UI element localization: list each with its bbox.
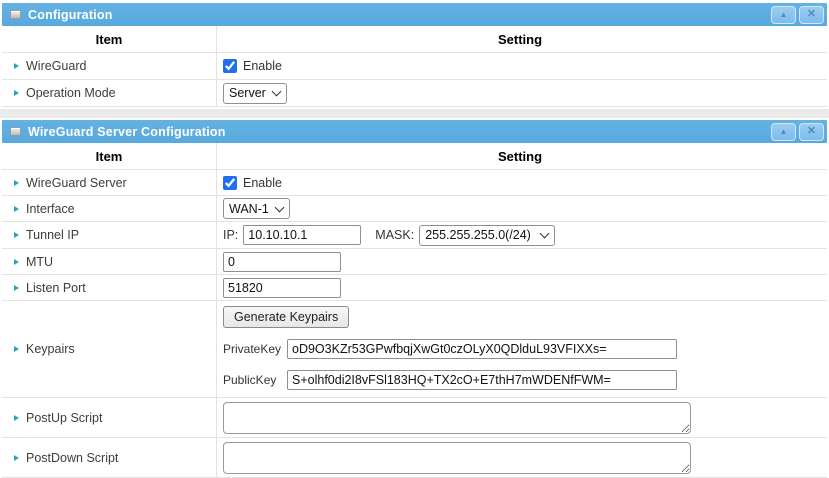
private-key-input[interactable]	[287, 339, 677, 359]
item-label-listen-port: Listen Port	[26, 281, 86, 295]
postup-script-textarea[interactable]	[223, 402, 691, 434]
configuration-table: Item Setting WireGuard Enable Operation …	[2, 26, 827, 107]
item-arrow-icon	[14, 285, 19, 291]
item-arrow-icon	[14, 346, 19, 352]
item-label-wireguard-server: WireGuard Server	[26, 176, 127, 190]
item-arrow-icon	[14, 232, 19, 238]
interface-select-wrap: WAN-1	[223, 198, 290, 219]
column-header-item: Item	[2, 26, 217, 52]
column-header-setting: Setting	[217, 30, 827, 49]
panel-title: Configuration	[28, 8, 113, 22]
table-row-interface: Interface WAN-1	[2, 196, 827, 222]
item-arrow-icon	[14, 415, 19, 421]
tunnel-ip-input[interactable]	[243, 225, 361, 245]
panel-title: WireGuard Server Configuration	[28, 125, 226, 139]
postdown-script-textarea[interactable]	[223, 442, 691, 474]
table-row-operation-mode: Operation Mode Server	[2, 80, 827, 107]
panel-separator	[0, 109, 829, 118]
table-row-wireguard-server: WireGuard Server Enable	[2, 170, 827, 196]
tunnel-mask-select-wrap: 255.255.255.0(/24)	[419, 225, 555, 246]
item-arrow-icon	[14, 63, 19, 69]
listen-port-input[interactable]	[223, 278, 341, 298]
close-button[interactable]: ✕	[799, 6, 824, 24]
table-row-postdown-script: PostDown Script	[2, 438, 827, 478]
close-icon: ✕	[807, 9, 816, 20]
mtu-input[interactable]	[223, 252, 341, 272]
item-label-operation-mode: Operation Mode	[26, 86, 116, 100]
panel-window-icon	[10, 127, 21, 136]
enable-label: Enable	[243, 59, 282, 73]
tunnel-ip-mask-label: MASK:	[375, 228, 414, 242]
public-key-input[interactable]	[287, 370, 677, 390]
item-label-keypairs: Keypairs	[26, 342, 75, 356]
configuration-panel: Configuration ▲ ✕ Item Setting WireGuard…	[2, 3, 827, 107]
column-header-setting: Setting	[217, 147, 827, 166]
wireguard-server-table: Item Setting WireGuard Server Enable Int…	[2, 143, 827, 478]
table-row-wireguard: WireGuard Enable	[2, 53, 827, 80]
collapse-button[interactable]: ▲	[771, 6, 796, 24]
interface-select[interactable]: WAN-1	[223, 198, 290, 219]
collapse-arrow-icon: ▲	[780, 11, 788, 19]
panel-window-icon	[10, 10, 21, 19]
tunnel-mask-select[interactable]: 255.255.255.0(/24)	[419, 225, 555, 246]
wireguard-server-panel-header: WireGuard Server Configuration ▲ ✕	[2, 120, 827, 143]
wireguard-server-enable-checkbox[interactable]	[223, 176, 237, 190]
item-arrow-icon	[14, 259, 19, 265]
item-arrow-icon	[14, 455, 19, 461]
close-icon: ✕	[807, 126, 816, 137]
table-row-mtu: MTU	[2, 249, 827, 275]
item-arrow-icon	[14, 180, 19, 186]
table-row-postup-script: PostUp Script	[2, 398, 827, 438]
table-header-row: Item Setting	[2, 26, 827, 53]
enable-label: Enable	[243, 176, 282, 190]
item-label-wireguard: WireGuard	[26, 59, 86, 73]
generate-keypairs-button[interactable]: Generate Keypairs	[223, 306, 349, 328]
collapse-button[interactable]: ▲	[771, 123, 796, 141]
wireguard-server-configuration-panel: WireGuard Server Configuration ▲ ✕ Item …	[2, 120, 827, 478]
private-key-label: PrivateKey	[223, 342, 285, 356]
item-label-interface: Interface	[26, 202, 75, 216]
table-row-tunnel-ip: Tunnel IP IP: MASK: 255.255.255.0(/24)	[2, 222, 827, 249]
column-header-item: Item	[2, 143, 217, 169]
table-row-listen-port: Listen Port	[2, 275, 827, 301]
close-button[interactable]: ✕	[799, 123, 824, 141]
operation-mode-select[interactable]: Server	[223, 83, 287, 104]
operation-mode-select-wrap: Server	[223, 83, 287, 104]
item-label-postdown-script: PostDown Script	[26, 451, 118, 465]
item-label-postup-script: PostUp Script	[26, 411, 102, 425]
wireguard-enable-checkbox[interactable]	[223, 59, 237, 73]
item-arrow-icon	[14, 90, 19, 96]
table-header-row: Item Setting	[2, 143, 827, 170]
public-key-label: PublicKey	[223, 373, 285, 387]
tunnel-ip-ip-label: IP:	[223, 228, 238, 242]
collapse-arrow-icon: ▲	[780, 128, 788, 136]
item-label-mtu: MTU	[26, 255, 53, 269]
table-row-keypairs: Keypairs Generate Keypairs PrivateKey Pu…	[2, 301, 827, 398]
item-label-tunnel-ip: Tunnel IP	[26, 228, 79, 242]
item-arrow-icon	[14, 206, 19, 212]
configuration-panel-header: Configuration ▲ ✕	[2, 3, 827, 26]
